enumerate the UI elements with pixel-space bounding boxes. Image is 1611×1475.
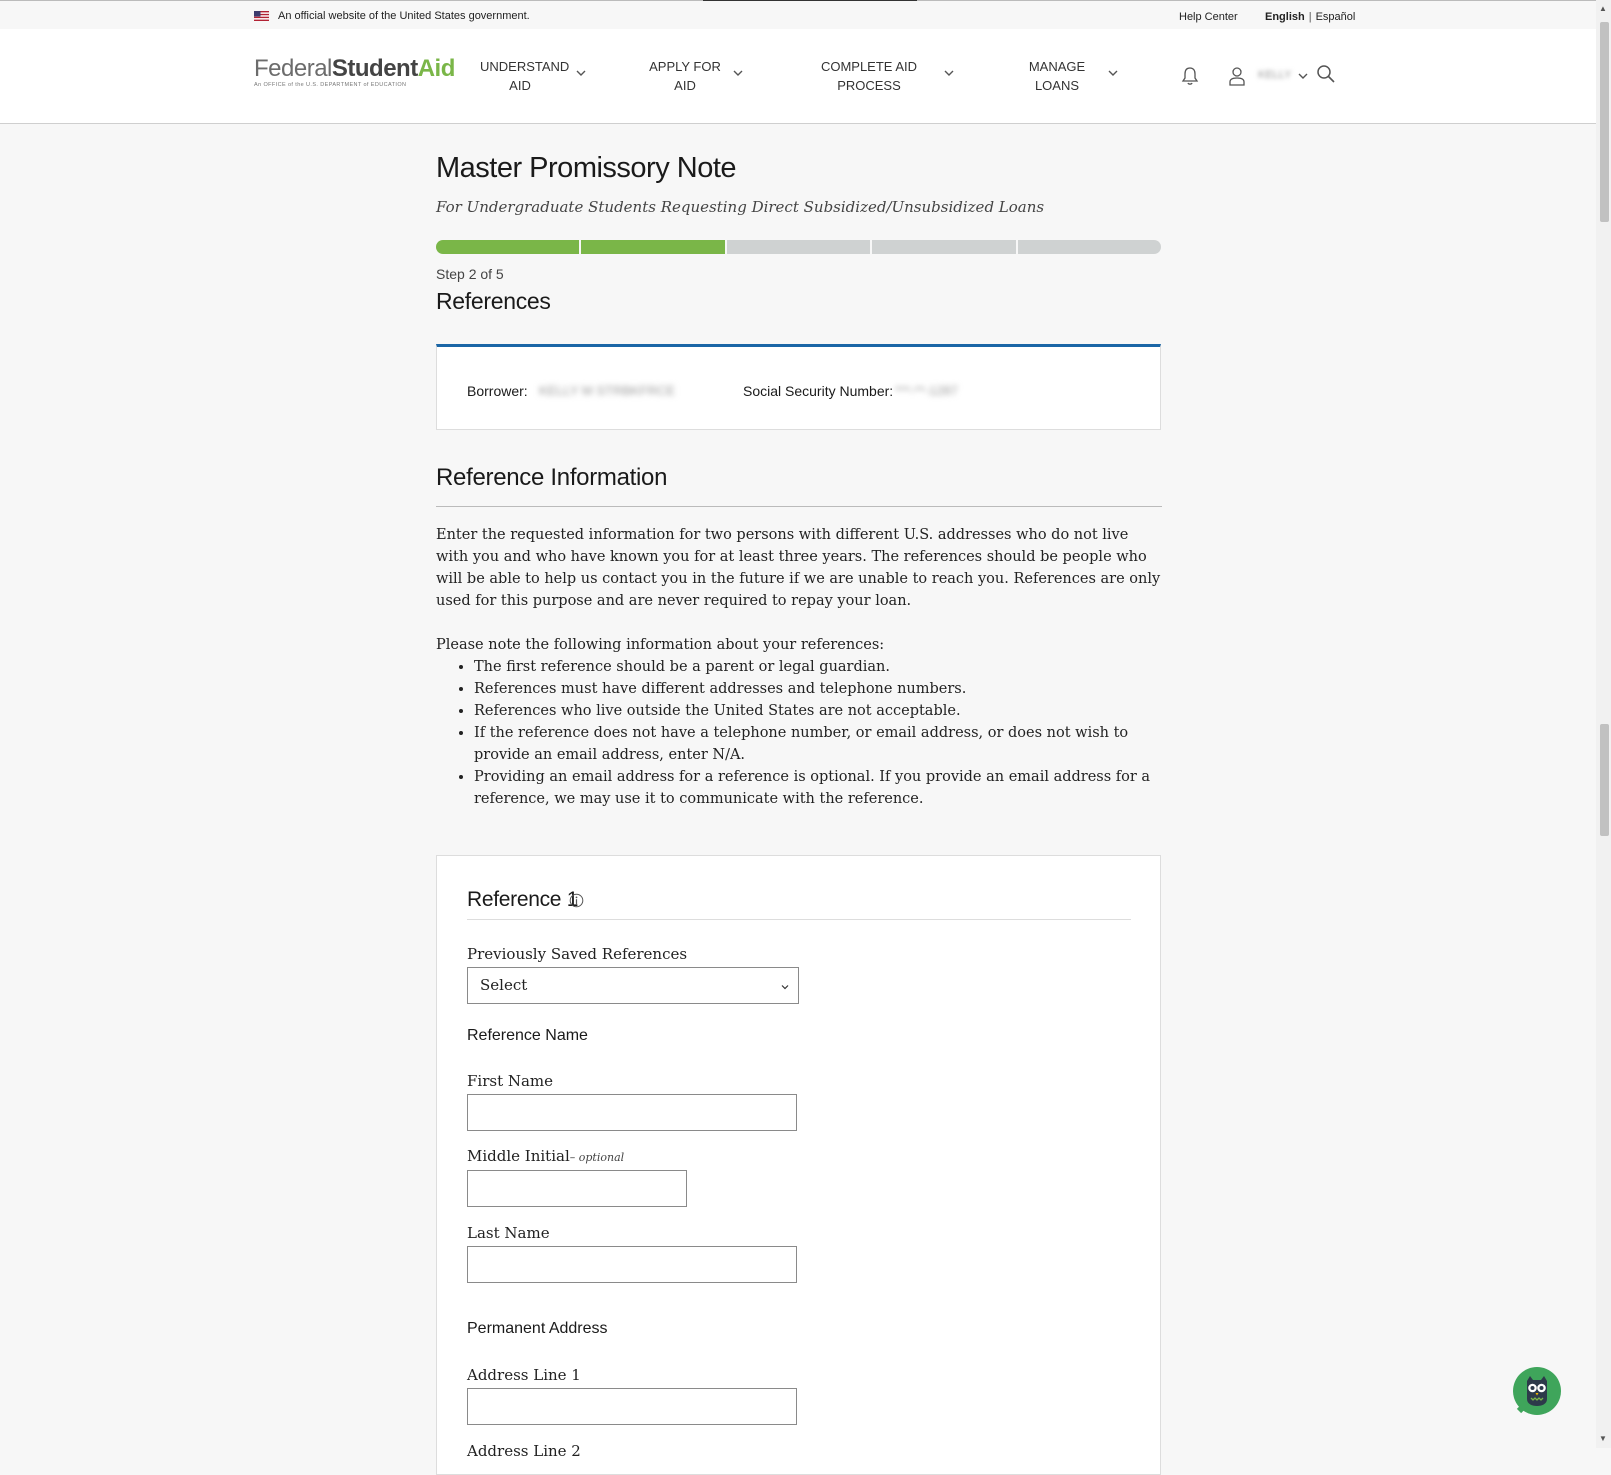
nav-label-line1: COMPLETE AID — [820, 59, 918, 74]
page-title: Master Promissory Note — [436, 152, 737, 184]
card-divider — [467, 919, 1131, 920]
nav-apply-for-aid[interactable]: APPLY FOR AID — [648, 57, 722, 95]
logo-federal: Federal — [254, 55, 332, 82]
lang-separator: | — [1308, 11, 1312, 23]
ssn-value: ***-**-1287 — [895, 383, 958, 398]
nav-label-line1: MANAGE — [1028, 59, 1086, 74]
user-icon[interactable] — [1228, 66, 1246, 86]
saved-references-value: Select — [480, 976, 528, 994]
optional-tag: – optional — [569, 1151, 625, 1164]
nav-label-line2: AID — [509, 78, 531, 93]
lang-spanish-link[interactable]: Español — [1316, 11, 1356, 23]
fsa-logo[interactable]: FederalStudentAid An OFFICE of the U.S. … — [254, 55, 456, 89]
scrollbar-thumb-secondary[interactable] — [1600, 724, 1609, 836]
scrollbar-thumb[interactable] — [1600, 22, 1609, 222]
step-label: Step 2 of 5 — [436, 266, 504, 282]
progress-segment-incomplete — [726, 240, 871, 254]
chevron-down-icon[interactable] — [575, 67, 587, 79]
nav-label-line1: UNDERSTAND — [480, 59, 570, 74]
section-divider — [436, 506, 1162, 507]
bell-icon[interactable] — [1181, 66, 1199, 86]
borrower-summary-card: Borrower: KELLY M STRBKFRCE Social Secur… — [436, 344, 1161, 430]
list-item: The first reference should be a parent o… — [474, 656, 1162, 678]
list-item: References who live outside the United S… — [474, 700, 1162, 722]
saved-references-select[interactable]: Select — [467, 967, 799, 1004]
chevron-down-icon[interactable] — [1297, 70, 1309, 82]
borrower-label: Borrower: — [467, 383, 528, 399]
chevron-down-icon[interactable] — [1107, 67, 1119, 79]
gov-banner: An official website of the United States… — [0, 1, 1596, 29]
reference-notes-list: The first reference should be a parent o… — [436, 656, 1162, 810]
info-icon[interactable] — [569, 893, 584, 908]
search-icon[interactable] — [1316, 64, 1336, 84]
progress-segment-incomplete — [872, 240, 1016, 254]
nav-understand-aid[interactable]: UNDERSTAND AID — [480, 57, 570, 95]
reference-info-heading: Reference Information — [436, 464, 668, 491]
address-line-1-input[interactable] — [467, 1388, 797, 1425]
reference-1-card: Reference 1 Previously Saved References … — [436, 855, 1161, 1475]
site-header: FederalStudentAid An OFFICE of the U.S. … — [0, 29, 1596, 124]
progress-segment-incomplete — [1017, 240, 1162, 254]
logo-aid: Aid — [417, 55, 456, 82]
nav-label-line2: LOANS — [1034, 78, 1080, 93]
help-center-link[interactable]: Help Center — [1179, 11, 1238, 23]
first-name-input[interactable] — [467, 1094, 797, 1131]
middle-initial-label-text: Middle Initial — [467, 1147, 570, 1165]
nav-manage-loans[interactable]: MANAGE LOANS — [1022, 57, 1092, 95]
scroll-down-arrow-icon[interactable]: ▼ — [1599, 1434, 1607, 1443]
reference-info-intro: Enter the requested information for two … — [436, 527, 1161, 609]
list-item: Providing an email address for a referen… — [474, 766, 1162, 810]
middle-initial-label: Middle Initial– optional — [467, 1147, 624, 1165]
us-flag-icon — [254, 11, 269, 21]
middle-initial-input[interactable] — [467, 1170, 687, 1207]
language-switcher: English | Español — [1265, 11, 1355, 23]
address-line-1-label: Address Line 1 — [467, 1366, 581, 1384]
reference-1-title: Reference 1 — [467, 888, 579, 911]
logo-student: Student — [331, 55, 418, 82]
chevron-down-icon[interactable] — [943, 67, 955, 79]
logo-tagline: An OFFICE of the U.S. DEPARTMENT of EDUC… — [254, 82, 407, 88]
nav-label-line1: APPLY FOR — [649, 59, 721, 74]
progress-segment-complete — [436, 240, 580, 254]
first-name-label: First Name — [467, 1072, 554, 1090]
lang-english-link[interactable]: English — [1265, 11, 1305, 23]
last-name-input[interactable] — [467, 1246, 797, 1283]
permanent-address-heading: Permanent Address — [467, 1320, 608, 1337]
progress-segment-complete — [581, 240, 725, 254]
list-item: References must have different addresses… — [474, 678, 1162, 700]
step-progress-bar — [436, 240, 1162, 254]
chevron-down-icon — [781, 985, 789, 990]
chevron-down-icon[interactable] — [732, 67, 744, 79]
scroll-up-arrow-icon[interactable]: ▲ — [1599, 4, 1607, 13]
nav-label-line2: AID — [674, 78, 696, 93]
step-title: References — [436, 288, 551, 314]
user-name[interactable]: KELLY — [1258, 69, 1291, 81]
saved-references-label: Previously Saved References — [467, 945, 688, 963]
address-line-2-label: Address Line 2 — [467, 1442, 581, 1460]
gov-banner-text: An official website of the United States… — [278, 10, 530, 22]
page-subtitle: For Undergraduate Students Requesting Di… — [436, 198, 1045, 216]
nav-complete-aid-process[interactable]: COMPLETE AID PROCESS — [819, 57, 919, 95]
borrower-name-value: KELLY M STRBKFRCE — [539, 383, 676, 398]
reference-name-heading: Reference Name — [467, 1027, 588, 1044]
owl-icon — [1516, 1376, 1547, 1414]
list-item: If the reference does not have a telepho… — [474, 722, 1162, 766]
ssn-label: Social Security Number: — [743, 383, 894, 399]
nav-label-line2: PROCESS — [837, 78, 901, 93]
last-name-label: Last Name — [467, 1224, 550, 1242]
chat-assistant-button[interactable] — [1513, 1367, 1561, 1415]
notes-intro: Please note the following information ab… — [436, 637, 885, 653]
